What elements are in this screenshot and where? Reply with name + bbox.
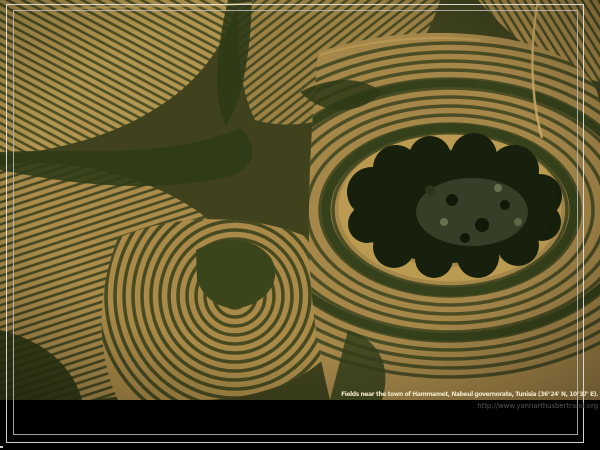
edge-artifact bbox=[0, 446, 3, 448]
aerial-photo-fields bbox=[0, 0, 600, 400]
photo-caption: Fields near the town of Hammamet, Nabeul… bbox=[341, 392, 598, 399]
aerial-photo bbox=[0, 0, 600, 400]
credit-url: http://www.yannarthusbertrand.org bbox=[341, 402, 598, 410]
caption-block: Fields near the town of Hammamet, Nabeul… bbox=[341, 392, 598, 410]
wallpaper-canvas: Fields near the town of Hammamet, Nabeul… bbox=[0, 0, 600, 450]
